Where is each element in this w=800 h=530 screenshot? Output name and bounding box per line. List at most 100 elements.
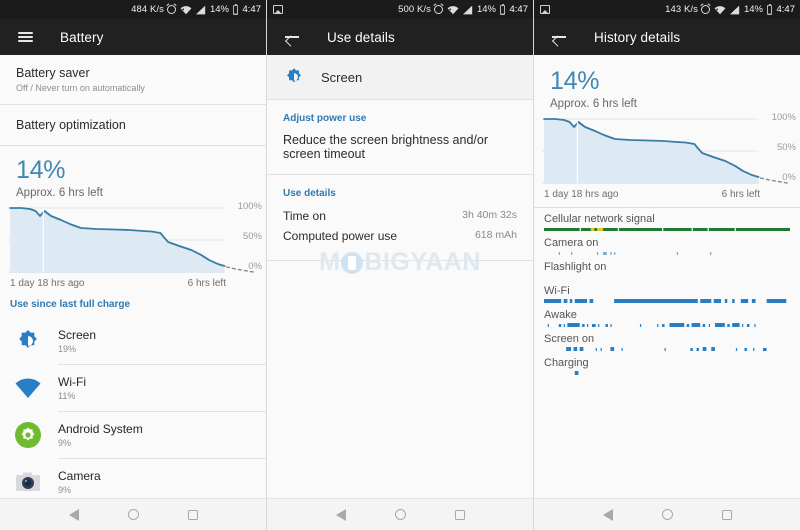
wifi-icon [714, 5, 726, 15]
usage-text: Screen 19% [58, 328, 96, 354]
timeline-label: Charging [544, 357, 589, 369]
x-tick-label-end: 6 hrs left [721, 189, 760, 200]
recents-icon[interactable] [721, 509, 732, 520]
y-tick-label: 0% [782, 172, 796, 183]
history-timeline: Cellular network signal Camera on Flashl… [534, 213, 800, 376]
home-icon[interactable] [661, 509, 673, 520]
page-title: History details [594, 29, 681, 45]
app-bar-1: Battery [0, 19, 266, 55]
timeline-bar-flashlight [544, 275, 790, 280]
y-tick-label: 50% [242, 231, 262, 242]
back-icon[interactable] [335, 508, 346, 521]
screenshot-root: 484 K/s 14% 4:47 Battery Battery saver O… [0, 0, 800, 530]
timeline-bar-awake [544, 323, 790, 328]
usage-name: Wi-Fi [58, 375, 86, 389]
watermark-text-before: M [319, 248, 341, 276]
usage-text: Android System 9% [58, 422, 143, 448]
y-tick-label: 50% [776, 142, 796, 153]
home-icon[interactable] [394, 509, 406, 520]
usage-item-android-system[interactable]: Android System 9% [0, 412, 266, 458]
detail-key: Computed power use [283, 229, 398, 243]
hamburger-icon [17, 29, 33, 45]
back-button[interactable] [548, 26, 570, 48]
usage-name: Camera [58, 469, 101, 483]
detail-row-computed-power-use: Computed power use 618 mAh [267, 226, 533, 246]
screen-use-details: 500 K/s 14% 4:47 Use details Screen Adju… [267, 0, 534, 530]
usage-percent: 11% [58, 391, 76, 401]
battery-icon [499, 3, 505, 15]
x-tick-label-start: 1 day 18 hrs ago [10, 278, 85, 289]
detail-row-time-on: Time on 3h 40m 32s [267, 199, 533, 226]
usage-text: Wi-Fi 11% [58, 375, 86, 401]
battery-chart-3[interactable]: 100% 50% 0% 1 day 18 hrs ago 6 hrs left [534, 110, 800, 200]
navigation-bar-3 [534, 498, 800, 530]
usage-item-wifi[interactable]: Wi-Fi 11% [0, 365, 266, 411]
x-tick-label-end: 6 hrs left [187, 278, 226, 289]
back-button[interactable] [281, 26, 303, 48]
back-icon[interactable] [602, 508, 613, 521]
battery-estimate: Approx. 6 hrs left [550, 98, 637, 110]
alarm-icon [701, 5, 711, 14]
clock-label: 4:47 [509, 4, 529, 15]
battery-icon [766, 3, 772, 15]
screen-battery: 484 K/s 14% 4:47 Battery Battery saver O… [0, 0, 267, 530]
pref-battery-optimization[interactable]: Battery optimization [0, 105, 266, 145]
timeline-row-flashlight: Flashlight on [544, 261, 790, 280]
signal-icon [729, 5, 740, 15]
section-title-use-details: Use details [283, 188, 336, 199]
wifi-icon [14, 374, 42, 402]
chart-plot-area [542, 118, 796, 186]
usage-name: Android System [58, 422, 143, 436]
network-rate-label: 484 K/s [131, 4, 164, 15]
home-icon[interactable] [127, 509, 139, 520]
watermark-mobigyaan: M BIGYAAN [267, 248, 533, 277]
battery-chart-1[interactable]: 100% 50% 0% 1 day 18 hrs ago 6 hrs left [0, 199, 266, 289]
page-title: Use details [327, 29, 395, 45]
usage-text: Camera 9% [58, 469, 101, 495]
timeline-row-cellular: Cellular network signal [544, 213, 790, 232]
battery-percent-label: 14% [476, 4, 496, 15]
chart-y-axis: 100% 50% 0% [228, 201, 262, 272]
usage-percent: 9% [58, 485, 72, 495]
navigation-bar-1 [0, 498, 266, 530]
header-item-screen: Screen [267, 55, 533, 99]
timeline-bar-cellular [544, 227, 790, 232]
network-rate-label: 500 K/s [398, 4, 431, 15]
usage-percent: 9% [58, 438, 72, 448]
timeline-label: Screen on [544, 333, 595, 345]
clock-label: 4:47 [242, 4, 262, 15]
section-body-adjust-power-use: Reduce the screen brightness and/or scre… [283, 133, 488, 161]
timeline-bar-camera [544, 251, 790, 256]
menu-button[interactable] [14, 26, 36, 48]
app-bar-3: History details [534, 19, 800, 55]
usage-item-screen[interactable]: Screen 19% [0, 318, 266, 364]
use-since-last-full-charge-header: Use since last full charge [10, 299, 131, 310]
timeline-label: Cellular network signal [544, 213, 655, 225]
battery-percent-label: 14% [743, 4, 763, 15]
back-icon[interactable] [68, 508, 79, 521]
battery-icon [232, 3, 238, 15]
battery-level-value: 14% [16, 156, 66, 184]
recents-icon[interactable] [187, 509, 198, 520]
chart-y-axis: 100% 50% 0% [762, 112, 796, 183]
detail-key: Time on [283, 209, 326, 223]
pref-summary: Off / Never turn on automatically [16, 83, 145, 93]
wifi-icon [447, 5, 459, 15]
timeline-bar-screen-on [544, 347, 790, 352]
battery-summary: 14% Approx. 6 hrs left [0, 146, 266, 199]
back-arrow-icon [284, 29, 300, 45]
signal-icon [195, 5, 206, 15]
back-arrow-icon [551, 29, 567, 45]
page-title: Battery [60, 29, 104, 45]
timeline-label: Flashlight on [544, 261, 607, 273]
timeline-row-awake: Awake [544, 309, 790, 328]
pref-battery-saver[interactable]: Battery saver Off / Never turn on automa… [0, 55, 266, 104]
timeline-bar-charging [544, 371, 790, 376]
app-bar-2: Use details [267, 19, 533, 55]
divider [534, 207, 800, 208]
recents-icon[interactable] [454, 509, 465, 520]
alarm-icon [167, 5, 177, 14]
signal-icon [462, 5, 473, 15]
chart-plot-area [8, 207, 262, 275]
pref-title: Battery saver [16, 66, 90, 80]
